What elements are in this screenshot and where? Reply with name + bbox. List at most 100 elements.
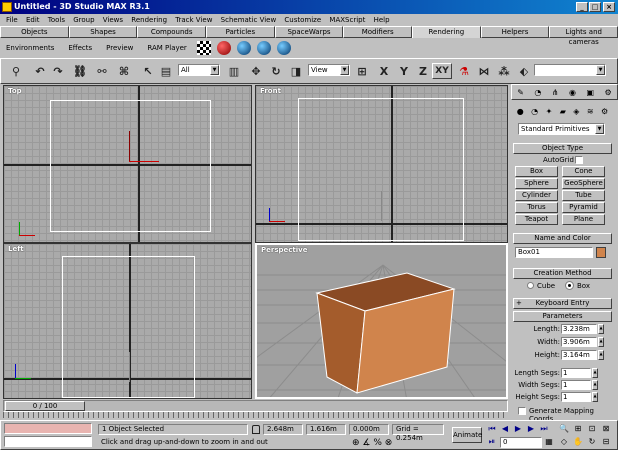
ram-player-button[interactable]: RAM Player: [143, 41, 190, 55]
tube-button[interactable]: Tube: [562, 190, 605, 201]
teapot-button[interactable]: Teapot: [515, 214, 558, 225]
rotate-icon[interactable]: ↻: [268, 63, 284, 79]
expand-icon[interactable]: +: [516, 298, 522, 308]
redo-icon[interactable]: ↷: [50, 63, 66, 79]
shapes-icon[interactable]: ◔: [531, 107, 538, 116]
reference-coord-dropdown[interactable]: View ▼: [308, 64, 350, 76]
goto-end-icon[interactable]: ⏭: [538, 424, 550, 436]
undo-icon[interactable]: ↶: [32, 63, 48, 79]
name-color-header[interactable]: Name and Color: [513, 233, 612, 244]
width-input[interactable]: 3.906m: [561, 337, 597, 347]
menu-customize[interactable]: Customize: [284, 16, 321, 24]
cube-radio[interactable]: [527, 282, 534, 289]
primitive-category-dropdown[interactable]: Standard Primitives ▼: [518, 123, 605, 135]
tab-particles[interactable]: Particles: [206, 26, 275, 38]
snap-icons[interactable]: ⊕ ∡ % ⊗: [352, 438, 392, 448]
length-input[interactable]: 3.238m: [561, 324, 597, 334]
geosphere-button[interactable]: GeoSphere: [562, 178, 605, 189]
link-icon[interactable]: ⛓: [72, 63, 88, 79]
keyboard-entry-header[interactable]: Keyboard Entry: [513, 298, 612, 309]
min-max-toggle-icon[interactable]: ⊟: [600, 437, 612, 449]
mirror-icon[interactable]: ⋈: [476, 63, 492, 79]
quick-render-icon[interactable]: [256, 41, 271, 55]
creation-method-header[interactable]: Creation Method: [513, 268, 612, 279]
menu-file[interactable]: File: [6, 16, 18, 24]
key-mode-icon[interactable]: ⏯: [486, 437, 498, 449]
align-icon[interactable]: ⬖: [516, 63, 532, 79]
select-by-name-icon[interactable]: ▤: [158, 63, 174, 79]
motion-tab-icon[interactable]: ◉: [569, 88, 576, 97]
restrict-z-button[interactable]: Z: [415, 63, 431, 79]
tab-modifiers[interactable]: Modifiers: [343, 26, 413, 38]
systems-icon[interactable]: ⚙: [601, 107, 608, 116]
lights-icon[interactable]: ✦: [546, 107, 553, 116]
torus-button[interactable]: Torus: [515, 202, 558, 213]
display-tab-icon[interactable]: ▣: [586, 88, 594, 97]
object-color-swatch[interactable]: [596, 247, 606, 258]
height-segs-spinner[interactable]: ▲: [592, 392, 598, 402]
maximize-button[interactable]: □: [589, 2, 601, 12]
height-segs-input[interactable]: 1: [561, 392, 591, 402]
render-last-icon[interactable]: [276, 41, 291, 55]
pivot-center-icon[interactable]: ⊞: [354, 63, 370, 79]
prev-frame-icon[interactable]: ◀: [499, 424, 511, 436]
viewport-left[interactable]: Left: [3, 243, 252, 399]
frame-field[interactable]: 0: [500, 437, 542, 448]
maxscript-mini-listener[interactable]: [4, 436, 92, 447]
selection-filter-dropdown[interactable]: All ▼: [178, 64, 220, 76]
length-segs-input[interactable]: 1: [561, 368, 591, 378]
material-editor-icon[interactable]: [196, 41, 211, 55]
play-icon[interactable]: ▶: [512, 424, 524, 436]
cameras-icon[interactable]: ▰: [560, 107, 566, 116]
restrict-y-button[interactable]: Y: [396, 63, 412, 79]
zoom-all-icon[interactable]: ⊞: [572, 424, 584, 436]
restrict-xy-button[interactable]: XY: [432, 63, 452, 79]
height-spinner[interactable]: ▲: [598, 350, 604, 360]
height-input[interactable]: 3.164m: [561, 350, 597, 360]
menu-help[interactable]: Help: [374, 16, 390, 24]
zoom-extents-icon[interactable]: ⊡: [586, 424, 598, 436]
effects-button[interactable]: Effects: [64, 41, 96, 55]
helpers-icon[interactable]: ◈: [573, 107, 579, 116]
tab-helpers[interactable]: Helpers: [480, 26, 550, 38]
restrict-x-button[interactable]: X: [376, 63, 392, 79]
length-segs-spinner[interactable]: ▲: [592, 368, 598, 378]
fov-icon[interactable]: ◇: [558, 437, 570, 449]
viewport-top[interactable]: Top: [3, 85, 252, 243]
viewport-perspective[interactable]: Perspective: [255, 243, 508, 399]
close-button[interactable]: ×: [603, 2, 615, 12]
hierarchy-tab-icon[interactable]: ⋔: [552, 88, 559, 97]
cone-button[interactable]: Cone: [562, 166, 605, 177]
select-region-icon[interactable]: ▥: [226, 63, 242, 79]
tab-shapes[interactable]: Shapes: [68, 26, 138, 38]
pan-icon[interactable]: ✋: [572, 437, 584, 449]
width-segs-input[interactable]: 1: [561, 380, 591, 390]
select-link-icon[interactable]: ⚲: [8, 63, 24, 79]
maxscript-listener[interactable]: [4, 423, 92, 434]
menu-tools[interactable]: Tools: [48, 16, 65, 24]
create-tab-icon[interactable]: ✎: [517, 88, 524, 97]
preview-button[interactable]: Preview: [102, 41, 137, 55]
goto-start-icon[interactable]: ⏮: [486, 424, 498, 436]
tab-rendering[interactable]: Rendering: [412, 26, 481, 38]
length-spinner[interactable]: ▲: [598, 324, 604, 334]
spacewarps-icon[interactable]: ≋: [587, 107, 594, 116]
cylinder-button[interactable]: Cylinder: [515, 190, 558, 201]
scale-icon[interactable]: ◨: [288, 63, 304, 79]
object-name-field[interactable]: Box01: [515, 247, 593, 258]
next-frame-icon[interactable]: ▶: [525, 424, 537, 436]
named-selection-dropdown[interactable]: ▼: [534, 64, 606, 76]
select-object-icon[interactable]: ↖: [140, 63, 156, 79]
move-icon[interactable]: ✥: [248, 63, 264, 79]
menu-views[interactable]: Views: [103, 16, 123, 24]
tab-compounds[interactable]: Compounds: [137, 26, 207, 38]
menu-rendering[interactable]: Rendering: [131, 16, 167, 24]
tab-lights-cameras[interactable]: Lights and cameras: [549, 26, 618, 46]
environments-button[interactable]: Environments: [2, 41, 58, 55]
mapping-coords-checkbox[interactable]: [518, 407, 526, 415]
box-radio[interactable]: [565, 281, 574, 290]
menu-schematic-view[interactable]: Schematic View: [221, 16, 277, 24]
menu-edit[interactable]: Edit: [26, 16, 40, 24]
zoom-icon[interactable]: 🔍: [558, 424, 570, 436]
modify-tab-icon[interactable]: ◔: [534, 88, 541, 97]
